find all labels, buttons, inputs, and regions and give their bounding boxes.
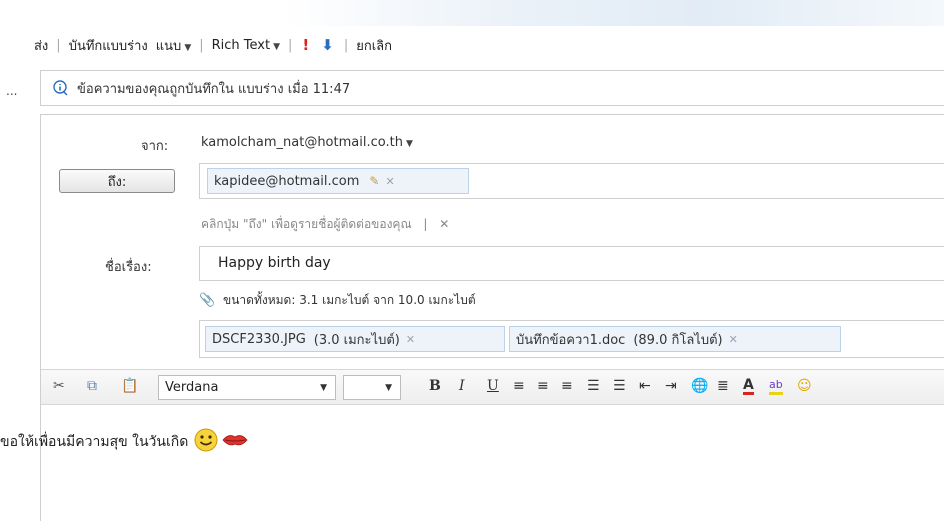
from-selector[interactable]: kamolcham_nat@hotmail.co.th ▼ [201, 135, 413, 150]
chevron-down-icon: ▼ [385, 382, 392, 393]
top-gradient-band [0, 0, 944, 26]
chevron-down-icon: ▼ [320, 382, 327, 393]
numbered-list-icon[interactable]: ☰ [587, 378, 600, 394]
pencil-icon[interactable]: ✎ [369, 174, 379, 188]
contacts-hint-separator: | [423, 217, 428, 231]
formatting-toolbar: ✂ ⧉ 📋 Verdana ▼ ▼ B I U ≡ ≡ ≡ ☰ ☰ ⇤ ⇥ 🌐 … [41, 369, 944, 405]
attachment-name: บันทึกข้อควา1.doc [516, 332, 626, 348]
message-body-text: ขอให้เพื่อนมีความสุข ในวันเกิด [0, 434, 189, 450]
low-priority-icon[interactable]: ⬇ [315, 36, 340, 54]
toolbar-separator: | [56, 37, 61, 53]
contacts-hint-text: คลิกปุ่ม "ถึง" เพื่อดูรายชื่อผู้ติดต่อขอ… [201, 217, 412, 231]
italic-button[interactable]: I [459, 378, 465, 394]
font-family-value: Verdana [165, 380, 219, 395]
from-label: จาก: [141, 139, 169, 154]
draft-saved-message: ข้อความของคุณถูกบันทึกใน แบบร่าง เมื่อ 1… [77, 81, 351, 97]
recipient-chip[interactable]: kapidee@hotmail.com ✎ ✕ [207, 168, 469, 194]
recipient-address: kapidee@hotmail.com [214, 173, 360, 189]
increase-indent-icon[interactable]: ⇥ [665, 378, 677, 394]
decrease-indent-icon[interactable]: ⇤ [639, 378, 651, 394]
compose-form: จาก: kamolcham_nat@hotmail.co.th ▼ ถึง: k… [40, 114, 944, 521]
rich-text-menu-button[interactable]: Rich Text ▼ [208, 38, 284, 53]
send-button[interactable]: ส่ง [30, 35, 52, 56]
close-hint-icon[interactable]: ✕ [439, 217, 449, 231]
attach-label: แนบ [155, 38, 182, 54]
from-address: kamolcham_nat@hotmail.co.th [201, 135, 403, 150]
draft-saved-banner: ข้อความของคุณถูกบันทึกใน แบบร่าง เมื่อ 1… [40, 70, 944, 106]
bold-button[interactable]: B [429, 378, 441, 394]
font-family-select[interactable]: Verdana ▼ [158, 375, 336, 400]
paperclip-icon: 📎 [199, 293, 216, 308]
attachment-size: (3.0 เมกะไบต์) [313, 332, 400, 348]
cancel-button[interactable]: ยกเลิก [352, 35, 396, 56]
subject-value: Happy birth day [218, 255, 331, 271]
info-icon [53, 80, 69, 96]
lips-emoticon-icon [222, 432, 248, 452]
copy-icon[interactable]: ⧉ [87, 378, 97, 394]
attachment-size-info: 📎 ขนาดทั้งหมด: 3.1 เมกะไบต์ จาก 10.0 เมก… [199, 291, 476, 310]
compose-toolbar: ส่ง | บันทึกแบบร่าง แนบ ▼ | Rich Text ▼ | … [30, 34, 396, 56]
chevron-down-icon: ▼ [405, 139, 413, 149]
chevron-down-icon: ▼ [273, 41, 281, 52]
toolbar-separator: | [199, 37, 204, 53]
attachment-size: (89.0 กิโลไบต์) [633, 332, 723, 348]
align-center-icon[interactable]: ≡ [537, 378, 549, 394]
attachment-size-text: ขนาดทั้งหมด: 3.1 เมกะไบต์ จาก 10.0 เมกะไ… [223, 293, 476, 307]
insert-link-icon[interactable]: 🌐 [691, 378, 708, 394]
paste-icon[interactable]: 📋 [121, 378, 138, 394]
toolbar-separator: | [288, 37, 293, 53]
font-color-icon[interactable]: A [743, 378, 754, 395]
rich-text-label: Rich Text [211, 37, 271, 53]
emoticon-icon[interactable]: ☺ [797, 378, 812, 394]
attachment-name: DSCF2330.JPG [212, 331, 306, 347]
subject-label: ชื่อเรื่อง: [105, 260, 152, 275]
collapsed-pane-ellipsis[interactable]: ... [6, 84, 17, 98]
bulleted-list-icon[interactable]: ☰ [613, 378, 626, 394]
subject-input[interactable]: Happy birth day [199, 246, 944, 281]
highlight-icon[interactable]: ab [769, 378, 783, 395]
toolbar-separator: | [343, 37, 349, 53]
horizontal-rule-icon[interactable]: ≣ [717, 378, 729, 394]
cut-icon[interactable]: ✂ [53, 378, 65, 394]
font-size-select[interactable]: ▼ [343, 375, 401, 400]
message-body[interactable]: ขอให้เพื่อนมีความสุข ในวันเกิด [0, 428, 248, 456]
underline-button[interactable]: U [487, 378, 499, 394]
align-right-icon[interactable]: ≡ [561, 378, 573, 394]
high-priority-icon[interactable]: ! [296, 36, 315, 54]
remove-attachment-icon[interactable]: ✕ [729, 333, 738, 346]
attachment-chip[interactable]: บันทึกข้อควา1.doc (89.0 กิโลไบต์) ✕ [509, 326, 841, 352]
save-draft-button[interactable]: บันทึกแบบร่าง [65, 35, 152, 56]
align-left-icon[interactable]: ≡ [513, 378, 525, 394]
smiley-emoticon-icon [194, 428, 218, 456]
attach-menu-button[interactable]: แนบ ▼ [152, 35, 195, 56]
remove-attachment-icon[interactable]: ✕ [406, 333, 415, 346]
remove-recipient-icon[interactable]: ✕ [385, 175, 394, 188]
contacts-hint: คลิกปุ่ม "ถึง" เพื่อดูรายชื่อผู้ติดต่อขอ… [201, 215, 449, 234]
to-button[interactable]: ถึง: [59, 169, 175, 193]
attachment-chip[interactable]: DSCF2330.JPG (3.0 เมกะไบต์) ✕ [205, 326, 505, 352]
chevron-down-icon: ▼ [184, 42, 192, 53]
